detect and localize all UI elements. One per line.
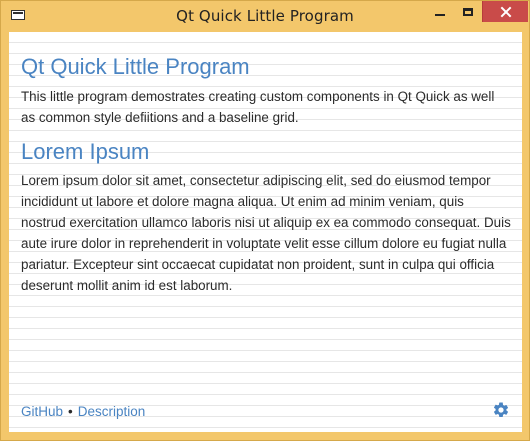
- close-icon: [500, 6, 511, 17]
- intro-paragraph: This little program demostrates creating…: [21, 89, 495, 125]
- content-area: Qt Quick Little Program This little prog…: [9, 32, 522, 432]
- footer: GitHub • Description: [9, 402, 522, 432]
- app-window: Qt Quick Little Program Qt Quick Little …: [0, 0, 530, 441]
- footer-separator: •: [68, 404, 73, 419]
- gear-icon[interactable]: [492, 401, 510, 419]
- title-bar[interactable]: Qt Quick Little Program: [1, 1, 529, 32]
- minimize-button[interactable]: [425, 1, 454, 22]
- maximize-button[interactable]: [454, 1, 482, 22]
- description-link[interactable]: Description: [78, 404, 146, 419]
- lorem-paragraph: Lorem ipsum dolor sit amet, consectetur …: [21, 173, 511, 293]
- minimize-icon: [434, 13, 445, 16]
- github-link[interactable]: GitHub: [21, 404, 63, 419]
- footer-links: GitHub • Description: [21, 403, 145, 421]
- maximize-icon: [463, 7, 473, 16]
- page-title: Qt Quick Little Program: [21, 54, 250, 79]
- close-button[interactable]: [482, 1, 528, 22]
- section-title: Lorem Ipsum: [21, 139, 150, 164]
